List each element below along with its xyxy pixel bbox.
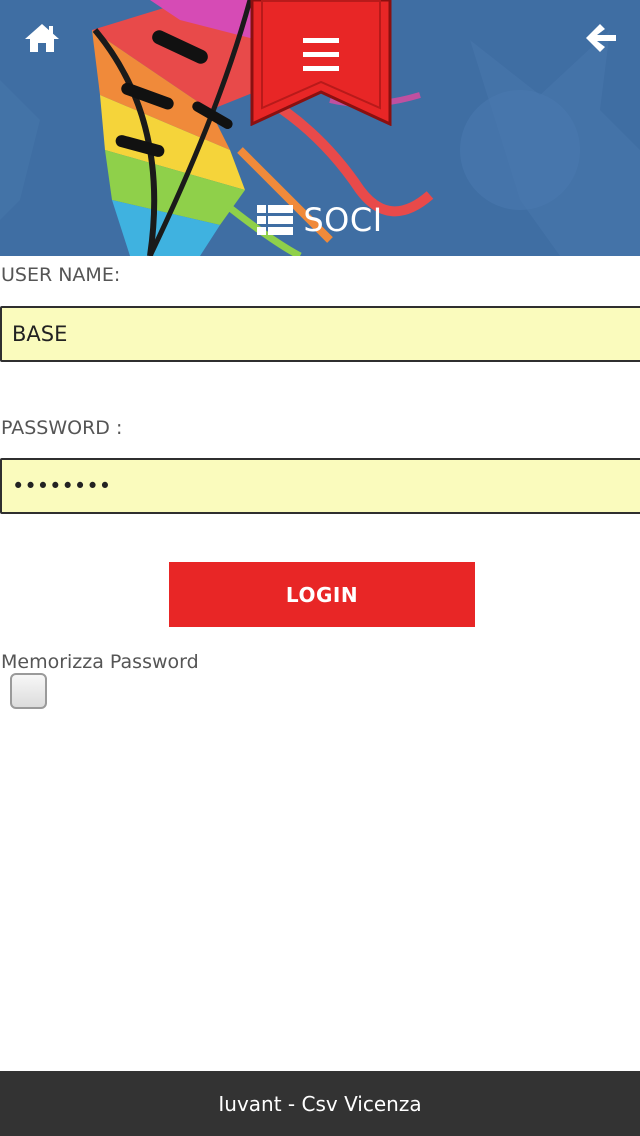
home-icon	[25, 24, 59, 52]
username-input[interactable]	[0, 306, 640, 362]
footer-text: Iuvant - Csv Vicenza	[218, 1091, 422, 1116]
hamburger-menu-icon	[250, 0, 392, 126]
arrow-left-icon	[586, 24, 616, 52]
login-button[interactable]: LOGIN	[169, 562, 475, 627]
footer-bar: Iuvant - Csv Vicenza	[0, 1071, 640, 1136]
menu-button[interactable]	[250, 0, 392, 126]
app-screen: SOCI USER NAME: PASSWORD : LOGIN Memoriz…	[0, 0, 640, 1136]
section-title-label: SOCI	[303, 201, 383, 239]
list-icon	[257, 205, 294, 235]
password-input[interactable]	[0, 458, 640, 514]
remember-password-checkbox[interactable]	[10, 673, 47, 709]
password-label: PASSWORD :	[1, 417, 123, 439]
section-title: SOCI	[0, 196, 640, 244]
header-banner: SOCI	[0, 0, 640, 256]
username-label: USER NAME:	[1, 264, 121, 286]
back-button[interactable]	[580, 20, 620, 56]
remember-password-label: Memorizza Password	[1, 651, 199, 673]
home-button[interactable]	[22, 20, 62, 56]
